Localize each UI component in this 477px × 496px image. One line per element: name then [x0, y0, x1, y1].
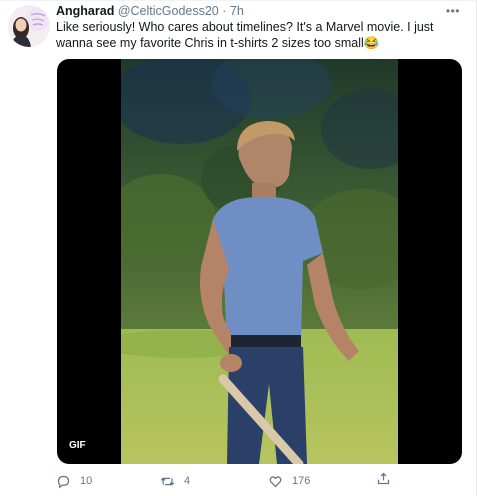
like-icon [269, 475, 282, 487]
user-handle[interactable]: @CelticGodess20 [118, 4, 219, 18]
retweet-button[interactable]: 4 [160, 471, 190, 491]
reply-icon [57, 475, 70, 488]
display-name[interactable]: Angharad [56, 4, 114, 18]
header-separator: · [222, 4, 227, 18]
like-count: 176 [292, 475, 311, 487]
share-button[interactable] [376, 471, 400, 486]
avatar[interactable] [8, 5, 50, 47]
timestamp[interactable]: 7h [230, 4, 244, 18]
tweet-actions: 10 4 176 [56, 471, 456, 491]
tweet-header: Angharad @CelticGodess20 · 7h [56, 3, 244, 19]
reply-count: 10 [80, 475, 93, 487]
retweet-icon [160, 476, 175, 486]
tweet-card[interactable]: Angharad @CelticGodess20 · 7h ••• Like s… [0, 0, 477, 496]
like-button[interactable]: 176 [268, 471, 310, 491]
gif-badge: GIF [65, 438, 90, 454]
tweet-text: Like seriously! Who cares about timeline… [56, 20, 434, 50]
share-icon [377, 472, 390, 485]
avatar-image [8, 5, 50, 47]
retweet-count: 4 [184, 475, 191, 487]
gif-video-frame[interactable] [121, 59, 398, 464]
more-icon[interactable]: ••• [446, 5, 460, 17]
tweet-media[interactable]: GIF [57, 59, 462, 464]
reply-button[interactable]: 10 [56, 471, 92, 491]
gif-image [121, 59, 398, 464]
